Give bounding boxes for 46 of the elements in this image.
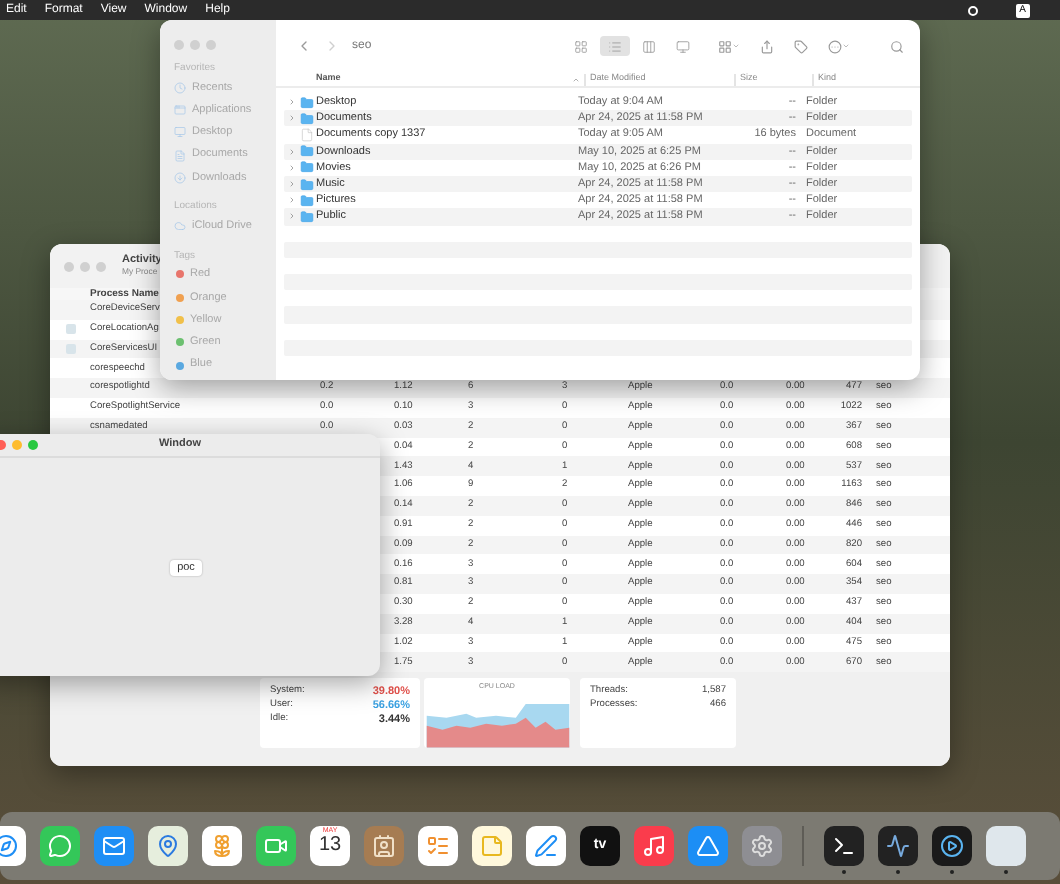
close-button[interactable] (174, 40, 184, 50)
cpu-load-graph (425, 698, 569, 749)
contact-card-app-icon[interactable] (364, 826, 404, 866)
control-center-icon[interactable] (967, 5, 978, 15)
monitor-icon (174, 126, 186, 139)
notepad-app-icon[interactable] (472, 826, 512, 866)
ellipsis-icon (828, 39, 842, 53)
pulse-graph-app-icon[interactable] (878, 826, 918, 866)
music-note-app-icon[interactable] (634, 826, 674, 866)
zoom-button[interactable] (206, 40, 216, 50)
list-view-button[interactable] (600, 36, 630, 56)
cloud-icon (174, 220, 186, 233)
document-icon (174, 149, 186, 162)
list-icon (608, 39, 622, 53)
minimize-button[interactable] (12, 440, 22, 450)
clock-icon (174, 81, 186, 94)
search-button[interactable] (890, 39, 904, 53)
tag-button[interactable] (794, 39, 808, 53)
video-camera-app-icon[interactable] (256, 826, 296, 866)
triangle-app-icon[interactable] (688, 826, 728, 866)
zoom-button[interactable] (96, 261, 106, 271)
grid-icon (574, 39, 588, 53)
blank-app-icon[interactable] (986, 826, 1026, 866)
monitor-icon (676, 39, 690, 53)
envelope-app-icon[interactable] (94, 826, 134, 866)
zoom-button[interactable] (28, 440, 38, 450)
calendar-day: 13 (318, 835, 342, 855)
terminal-app-icon[interactable] (824, 826, 864, 866)
forward-button[interactable] (324, 38, 340, 54)
document-icon (300, 127, 314, 142)
minimize-button[interactable] (80, 261, 90, 271)
speech-bubble-app-icon[interactable] (40, 826, 80, 866)
pen-app-icon[interactable] (526, 826, 566, 866)
flower-app-icon[interactable] (202, 826, 242, 866)
minimize-button[interactable] (190, 40, 200, 50)
download-icon (174, 171, 186, 184)
columns-icon (642, 39, 656, 53)
play-circle-app-icon[interactable] (932, 826, 972, 866)
gear-app-icon[interactable] (742, 826, 782, 866)
share-button[interactable] (760, 39, 774, 53)
close-button[interactable] (64, 261, 74, 271)
grid-icon (718, 39, 732, 53)
back-button[interactable] (296, 38, 312, 54)
checklist-app-icon[interactable] (418, 826, 458, 866)
map-pin-app-icon[interactable] (148, 826, 188, 866)
app-icon (174, 103, 186, 116)
